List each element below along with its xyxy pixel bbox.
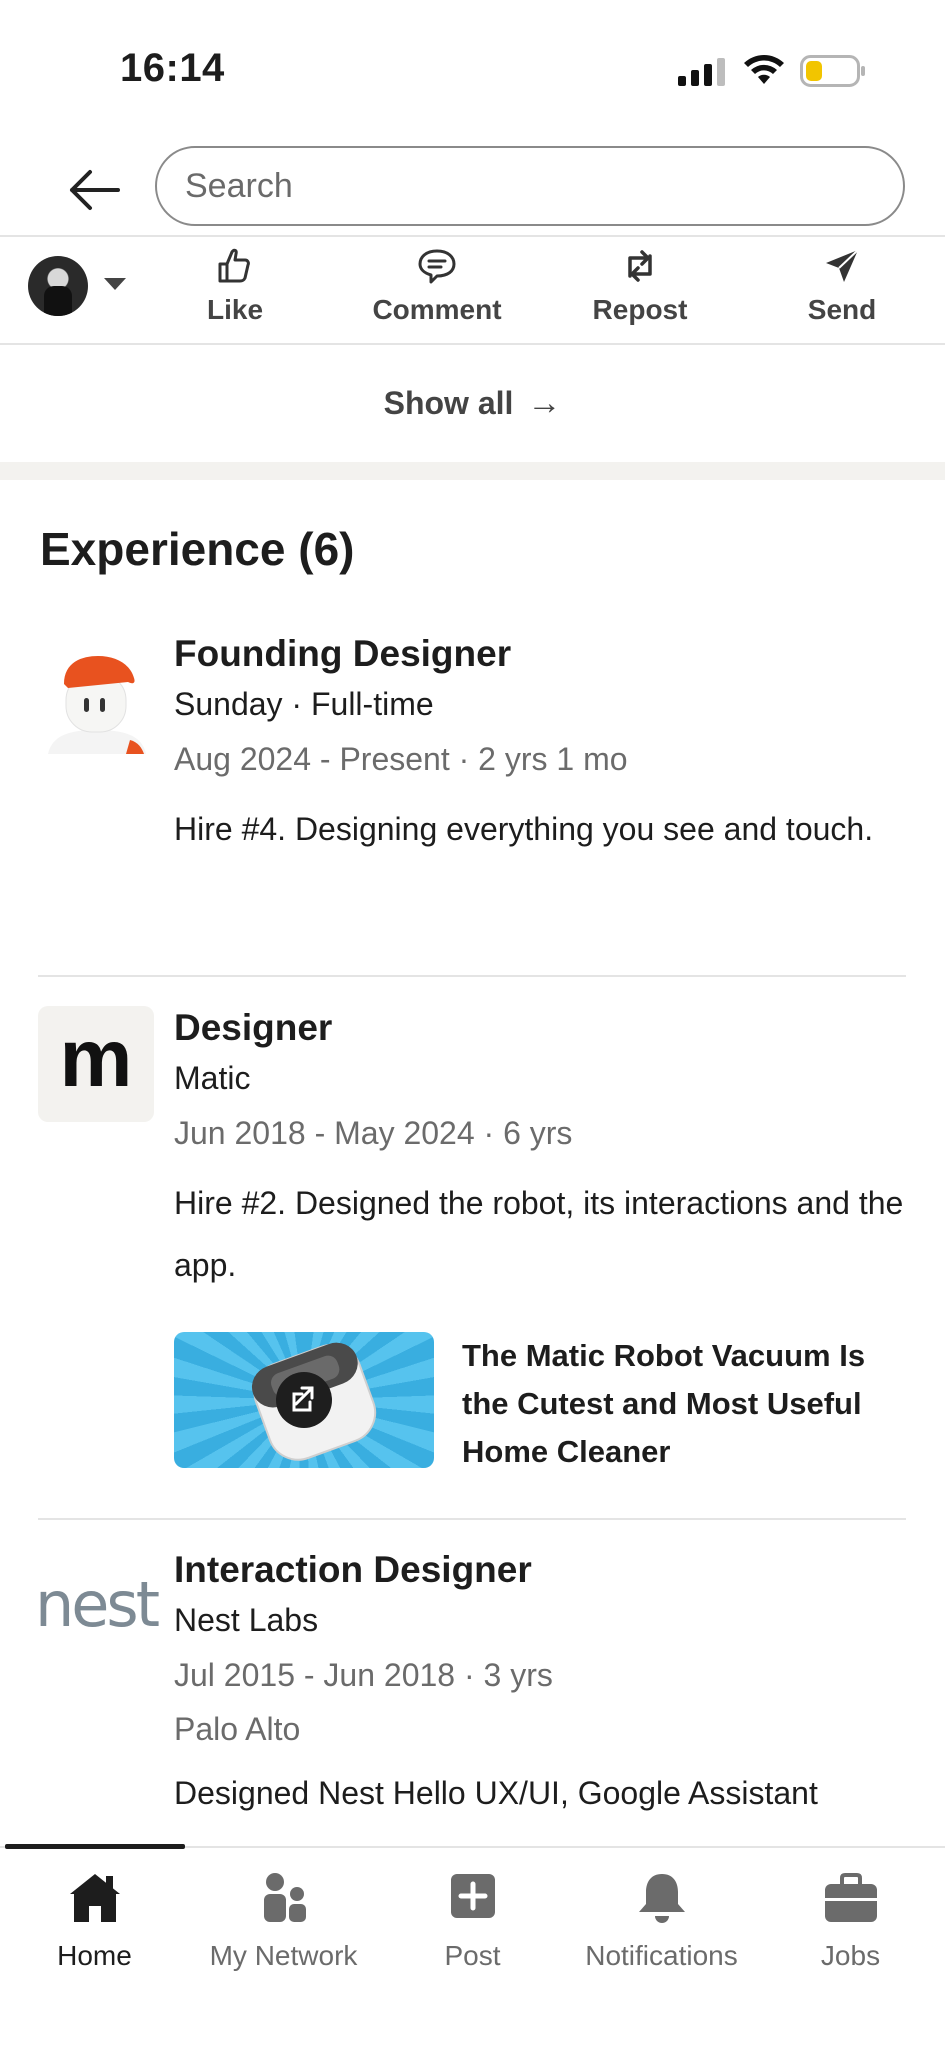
search-row: Search (0, 140, 945, 236)
social-actions-bar: Like Comment Repost Send (0, 238, 945, 342)
avatar (28, 256, 88, 316)
nav-my-network[interactable]: My Network (189, 1870, 378, 1972)
divider (0, 235, 945, 237)
status-time: 16:14 (120, 46, 225, 90)
nav-notifications[interactable]: Notifications (567, 1870, 756, 1972)
status-bar: 16:14 (0, 0, 945, 130)
experience-details: Designer Matic Jun 2018 - May 2024 · 6 y… (174, 1004, 914, 1296)
role-title: Founding Designer (174, 633, 512, 674)
matic-logo-letter: m (59, 1013, 133, 1104)
role-description: Hire #2. Designed the robot, its interac… (174, 1185, 904, 1283)
arrow-right-icon: → (527, 383, 562, 422)
actor-selector[interactable] (28, 256, 138, 318)
role-title: Interaction Designer (174, 1549, 532, 1590)
sunday-logo (38, 644, 154, 760)
nav-my-network-label: My Network (209, 1940, 358, 1971)
search-placeholder: Search (185, 166, 293, 205)
company-name: Sunday · Full-time (174, 686, 434, 722)
nav-jobs-label: Jobs (820, 1940, 881, 1971)
comment-icon (418, 249, 456, 284)
nav-jobs[interactable]: Jobs (756, 1870, 945, 1972)
location: Palo Alto (174, 1711, 301, 1747)
briefcase-icon (824, 1873, 877, 1922)
show-all-label: Show all (383, 384, 514, 421)
comment-button[interactable]: Comment (362, 246, 512, 326)
battery-icon (800, 55, 865, 87)
like-button[interactable]: Like (160, 246, 310, 326)
nav-post[interactable]: Post (378, 1870, 567, 1972)
like-icon (218, 248, 250, 283)
nav-post-label: Post (444, 1940, 501, 1971)
send-button[interactable]: Send (767, 246, 917, 326)
back-arrow-icon[interactable] (60, 160, 130, 220)
nav-home[interactable]: Home (0, 1870, 189, 1972)
media-title: The Matic Robot Vacuum Is the Cutest and… (462, 1338, 866, 1469)
comment-label: Comment (372, 294, 502, 325)
nest-logo: nest (34, 1546, 160, 1662)
employment-dates: Jun 2018 - May 2024 · 6 yrs (174, 1115, 573, 1151)
robot-vacuum-image (251, 1342, 377, 1461)
repost-icon (628, 250, 652, 282)
bottom-navigation: Home My Network Post Notifications Jobs (0, 1844, 945, 2048)
active-tab-indicator (5, 1844, 185, 1849)
divider (38, 975, 906, 977)
employment-dates: Aug 2024 - Present · 2 yrs 1 mo (174, 741, 628, 777)
send-icon (826, 249, 859, 282)
experience-details: Interaction Designer Nest Labs Jul 2015 … (174, 1546, 914, 1824)
nest-logo-text: nest (34, 1567, 160, 1641)
employment-dates: Jul 2015 - Jun 2018 · 3 yrs (174, 1657, 553, 1693)
section-separator (0, 462, 945, 480)
wifi-icon (744, 55, 784, 84)
repost-label: Repost (592, 294, 688, 325)
network-icon (263, 1873, 306, 1922)
role-description: Hire #4. Designing everything you see an… (174, 811, 874, 847)
nav-notifications-label: Notifications (585, 1940, 738, 1971)
signal-icon (678, 58, 725, 86)
send-label: Send (807, 294, 877, 325)
experience-heading: Experience (6) (40, 523, 355, 575)
media-link-card[interactable]: The Matic Robot Vacuum Is the Cutest and… (174, 1332, 914, 1472)
role-title: Designer (174, 1007, 333, 1048)
divider (38, 1518, 906, 1520)
nav-home-label: Home (57, 1940, 132, 1971)
repost-button[interactable]: Repost (565, 246, 715, 326)
show-all-button[interactable]: Show all → (0, 344, 945, 462)
like-label: Like (206, 294, 264, 325)
chevron-down-icon (104, 278, 126, 290)
role-description: Designed Nest Hello UX/UI, Google Assist… (174, 1775, 818, 1811)
home-icon (69, 1874, 120, 1922)
bell-icon (638, 1874, 685, 1923)
company-name: Matic (174, 1060, 251, 1096)
search-input[interactable]: Search (155, 146, 905, 226)
media-thumbnail (174, 1332, 434, 1468)
post-icon (450, 1874, 495, 1918)
matic-logo: m (38, 1006, 154, 1122)
experience-details: Founding Designer Sunday · Full-time Aug… (174, 630, 914, 860)
company-name: Nest Labs (174, 1602, 319, 1638)
